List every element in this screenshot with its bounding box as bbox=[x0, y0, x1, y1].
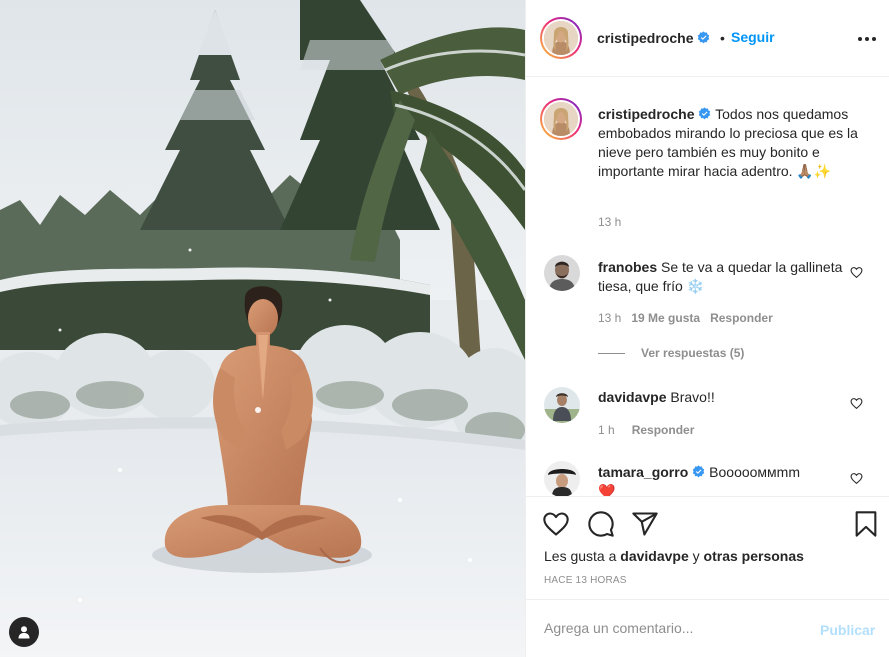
caption-username[interactable]: cristipedroche bbox=[598, 106, 694, 122]
heart-icon[interactable] bbox=[542, 510, 570, 538]
comment-text: davidavpe Bravo!! bbox=[598, 388, 848, 407]
post-header: cristipedroche • Seguir bbox=[526, 0, 889, 77]
comment-avatar[interactable] bbox=[544, 387, 580, 423]
replies-divider bbox=[598, 353, 625, 355]
view-replies-button[interactable]: Ver respuestas (5) bbox=[598, 346, 744, 360]
comment-username[interactable]: franobes bbox=[598, 259, 657, 275]
publish-button[interactable]: Publicar bbox=[820, 622, 875, 638]
post-actions: Les gusta a davidavpe y otras personas H… bbox=[526, 496, 889, 599]
snow-yoga-image bbox=[0, 0, 525, 657]
comment-avatar[interactable] bbox=[544, 461, 580, 496]
separator-dot: • bbox=[720, 30, 725, 46]
post-timestamp[interactable]: HACE 13 HORAS bbox=[544, 575, 627, 586]
verified-badge-icon bbox=[693, 465, 705, 478]
bookmark-icon[interactable] bbox=[852, 510, 880, 538]
comment-meta: 1 h Responder bbox=[598, 423, 694, 437]
comment-input[interactable] bbox=[544, 618, 794, 638]
comment-body: Boooooммmm bbox=[709, 464, 800, 480]
follow-button[interactable]: Seguir bbox=[731, 29, 775, 45]
likes-conj: y bbox=[692, 548, 700, 564]
comment-like-icon[interactable] bbox=[850, 397, 863, 410]
user-tag-icon[interactable] bbox=[9, 617, 39, 647]
comment-username[interactable]: davidavpe bbox=[598, 389, 666, 405]
post-photo[interactable] bbox=[0, 0, 525, 657]
comment-meta: 13 h 19 Me gusta Responder bbox=[598, 311, 773, 325]
comment-emoji: ❤️ bbox=[598, 483, 616, 496]
comments-list[interactable]: cristipedroche Todos nos quedamos emboba… bbox=[526, 78, 889, 496]
caption-avatar[interactable] bbox=[540, 98, 582, 140]
reply-button[interactable]: Responder bbox=[710, 311, 773, 325]
share-icon[interactable] bbox=[631, 510, 659, 538]
more-options-icon[interactable] bbox=[857, 36, 877, 42]
likes-user[interactable]: davidavpe bbox=[620, 548, 688, 564]
verified-badge-icon bbox=[698, 31, 710, 44]
comment-time: 1 h bbox=[598, 423, 615, 437]
author-avatar[interactable] bbox=[540, 17, 582, 59]
likes-prefix: Les gusta a bbox=[544, 548, 617, 564]
caption-time: 13 h bbox=[598, 215, 622, 229]
comment-like-icon[interactable] bbox=[850, 266, 863, 279]
verified-badge-icon bbox=[699, 107, 711, 120]
comment-likes-count[interactable]: 19 Me gusta bbox=[631, 311, 700, 325]
reply-button[interactable]: Responder bbox=[632, 423, 695, 437]
likes-summary[interactable]: Les gusta a davidavpe y otras personas bbox=[544, 548, 804, 564]
comment-body: Bravo!! bbox=[670, 389, 715, 405]
likes-others[interactable]: otras personas bbox=[704, 548, 804, 564]
author-username-text[interactable]: cristipedroche bbox=[597, 30, 693, 46]
comment-avatar[interactable] bbox=[544, 255, 580, 291]
comment-username[interactable]: tamara_gorro bbox=[598, 464, 688, 480]
comment-like-icon[interactable] bbox=[850, 472, 863, 485]
add-comment-bar: Publicar bbox=[526, 599, 889, 657]
comment-text: franobes Se te va a quedar la gallineta … bbox=[598, 258, 848, 296]
comment-icon[interactable] bbox=[587, 510, 615, 538]
comment-time: 13 h bbox=[598, 311, 622, 325]
author-username[interactable]: cristipedroche bbox=[597, 30, 710, 46]
comment-text: tamara_gorro Boooooммmm ❤️ bbox=[598, 463, 848, 496]
post-panel: cristipedroche • Seguir cristipedroche T… bbox=[525, 0, 889, 657]
view-replies-label[interactable]: Ver respuestas (5) bbox=[641, 346, 744, 360]
caption-text: cristipedroche Todos nos quedamos emboba… bbox=[598, 105, 868, 181]
